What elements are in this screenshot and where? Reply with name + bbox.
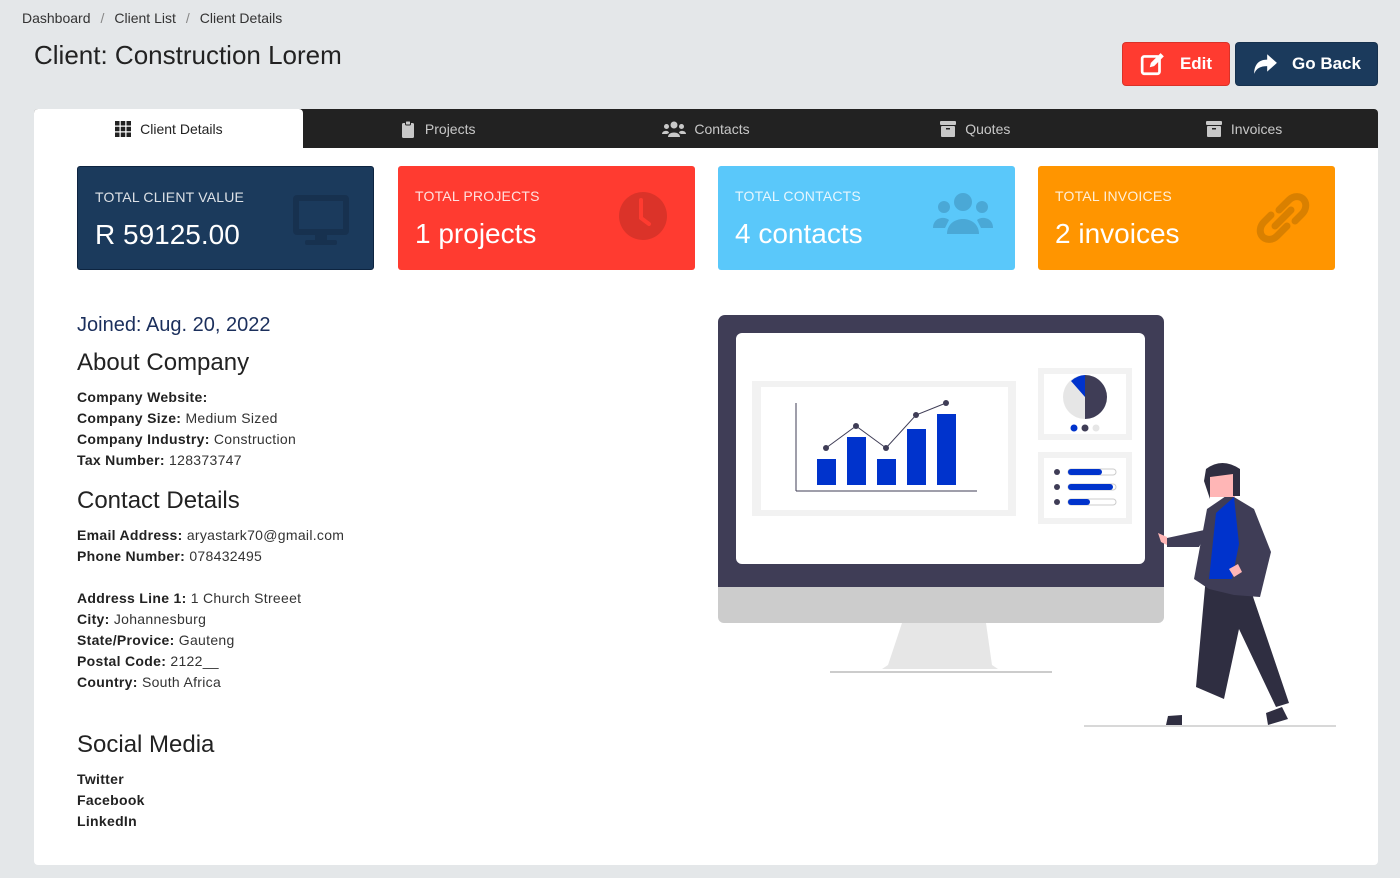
phone-field: Phone Number: 078432495 <box>77 546 637 567</box>
postal-code-field: Postal Code: 2122__ <box>77 651 637 672</box>
breadcrumb-current: Client Details <box>199 10 283 26</box>
joined-date: Joined: Aug. 20, 2022 <box>77 314 271 336</box>
users-icon <box>933 193 993 234</box>
field-value: 1 Church Streeet <box>190 590 302 606</box>
users-icon <box>662 121 687 137</box>
tab-label: Contacts <box>694 120 750 137</box>
field-value: aryastark70@gmail.com <box>186 527 345 543</box>
clock-icon <box>619 192 667 240</box>
company-website-field: Company Website: <box>77 387 637 408</box>
grid-icon <box>115 120 132 137</box>
go-back-button-label: Go Back <box>1292 54 1361 73</box>
field-value: Gauteng <box>178 632 235 648</box>
tab-invoices[interactable]: Invoices <box>1109 109 1378 148</box>
share-arrow-icon <box>1254 54 1277 74</box>
field-label: Company Website: <box>77 389 208 405</box>
field-label: Country: <box>77 674 138 690</box>
stat-card-contacts: Total Contacts 4 contacts <box>718 166 1015 270</box>
stat-card-client-value: Total Client Value R 59125.00 <box>77 166 374 270</box>
field-label: City: <box>77 611 110 627</box>
pie-chart-illustration <box>1038 368 1132 440</box>
field-value: 078432495 <box>189 548 263 564</box>
tab-label: Quotes <box>965 120 1011 137</box>
field-label: State/Provice: <box>77 632 175 648</box>
dashboard-presentation-illustration <box>718 315 1336 727</box>
breadcrumb: Dashboard / Client List / Client Details <box>22 10 282 26</box>
field-value: South Africa <box>141 674 222 690</box>
field-label: Company Size: <box>77 410 182 426</box>
email-field: Email Address: aryastark70@gmail.com <box>77 525 637 546</box>
progress-list-illustration <box>1038 452 1132 524</box>
country-field: Country: South Africa <box>77 672 637 693</box>
breadcrumb-client-list[interactable]: Client List <box>114 10 175 26</box>
field-label: Company Industry: <box>77 431 210 447</box>
client-details-section: Joined: Aug. 20, 2022 About Company Comp… <box>77 314 637 832</box>
field-label: Address Line 1: <box>77 590 187 606</box>
about-company-heading: About Company <box>77 349 250 376</box>
archive-icon <box>940 120 957 137</box>
company-industry-field: Company Industry: Construction <box>77 429 637 450</box>
field-value: Construction <box>213 431 297 447</box>
twitter-link[interactable]: Twitter <box>77 769 637 790</box>
edit-button-label: Edit <box>1179 54 1213 73</box>
state-field: State/Provice: Gauteng <box>77 630 637 651</box>
social-media-heading: Social Media <box>77 731 215 758</box>
tab-label: Projects <box>424 120 476 137</box>
tab-projects[interactable]: Projects <box>303 109 572 148</box>
tab-label: Client Details <box>140 120 223 137</box>
facebook-link[interactable]: Facebook <box>77 790 637 811</box>
field-value: 2122__ <box>170 653 219 669</box>
archive-icon <box>1205 120 1222 137</box>
field-label: Postal Code: <box>77 653 167 669</box>
edit-button[interactable]: Edit <box>1122 42 1230 86</box>
stat-card-invoices: Total Invoices 2 invoices <box>1038 166 1335 270</box>
field-label: Phone Number: <box>77 548 186 564</box>
field-value: Medium Sized <box>185 410 278 426</box>
tab-label: Invoices <box>1230 120 1283 137</box>
tab-quotes[interactable]: Quotes <box>840 109 1109 148</box>
tab-bar: Client Details Projects Contacts Quotes … <box>34 109 1378 148</box>
address-line-1-field: Address Line 1: 1 Church Streeet <box>77 588 637 609</box>
clipboard-icon <box>401 120 414 138</box>
link-icon <box>1256 193 1310 243</box>
field-label: Tax Number: <box>77 452 165 468</box>
breadcrumb-separator: / <box>185 10 190 26</box>
company-size-field: Company Size: Medium Sized <box>77 408 637 429</box>
tab-client-details[interactable]: Client Details <box>34 109 303 148</box>
edit-icon <box>1140 53 1164 76</box>
go-back-button[interactable]: Go Back <box>1235 42 1378 86</box>
client-panel: Client Details Projects Contacts Quotes … <box>34 109 1378 865</box>
city-field: City: Johannesburg <box>77 609 637 630</box>
page-title: Client: Construction Lorem <box>34 40 342 70</box>
field-value: 128373747 <box>169 452 242 468</box>
linkedin-link[interactable]: LinkedIn <box>77 811 637 832</box>
tab-contacts[interactable]: Contacts <box>572 109 841 148</box>
tax-number-field: Tax Number: 128373747 <box>77 450 637 471</box>
desktop-icon <box>293 195 349 245</box>
contact-details-heading: Contact Details <box>77 487 240 514</box>
stat-card-projects: Total Projects 1 projects <box>398 166 695 270</box>
field-label: Email Address: <box>77 527 183 543</box>
breadcrumb-separator: / <box>100 10 105 26</box>
field-value: Johannesburg <box>113 611 207 627</box>
breadcrumb-dashboard[interactable]: Dashboard <box>22 10 91 26</box>
bar-chart-illustration <box>752 381 1016 516</box>
